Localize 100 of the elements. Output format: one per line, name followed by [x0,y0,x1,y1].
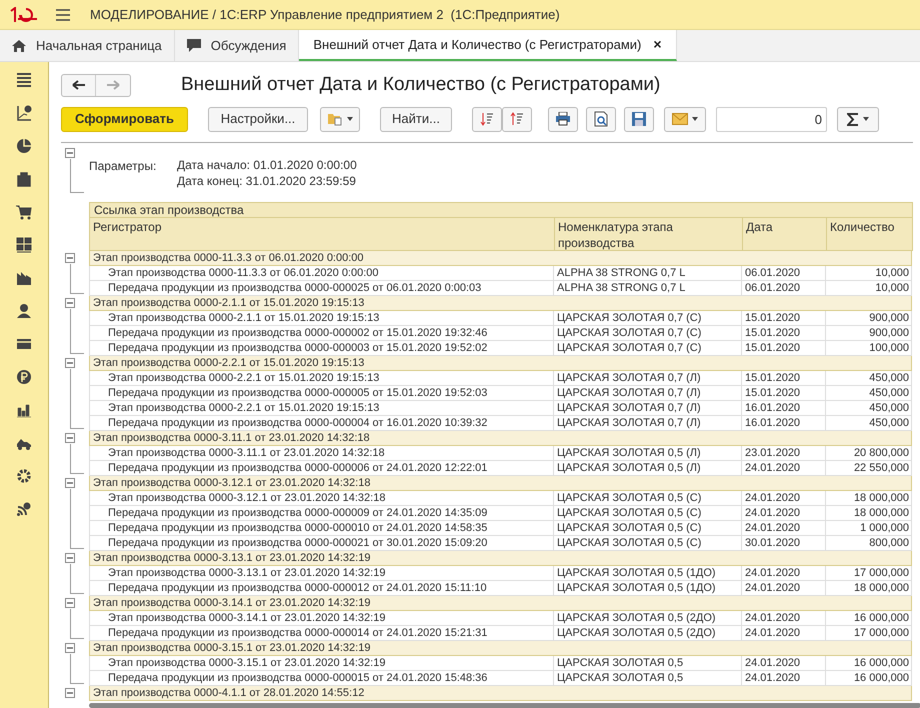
collapse-toggle[interactable] [65,358,75,368]
tree-line [70,654,84,684]
bar-chart-icon[interactable] [16,402,32,418]
collapse-toggle[interactable] [65,553,75,563]
card-icon[interactable] [16,336,32,352]
menu-icon[interactable] [16,72,32,88]
table-cell: 18 000,000 [826,491,912,506]
arrow-right-icon [106,80,120,90]
table-cell: Передача продукции из производства 0000-000009 от 24.01.2020 14:35:09 [89,506,554,521]
table-cell: ЦАРСКАЯ ЗОЛОТАЯ 0,7 (Л) [554,371,742,386]
send-button[interactable] [664,106,706,132]
table-cell: ЦАРСКАЯ ЗОЛОТАЯ 0,5 (С) [554,521,742,536]
table-cell: 16.01.2020 [742,401,826,416]
grid-icon[interactable] [16,237,32,253]
table-cell: 15.01.2020 [742,371,826,386]
table-cell: 24.01.2020 [742,566,826,581]
table-cell: 15.01.2020 [742,386,826,401]
envelope-icon [672,113,688,125]
tree-line [70,264,84,294]
factory-icon[interactable] [16,270,32,286]
table-cell: 06.01.2020 [742,266,826,281]
tree-line [70,564,84,594]
minus-icon [67,600,73,606]
find-button[interactable]: Найти... [380,106,452,132]
bag-icon[interactable] [16,171,32,187]
collapse-toggle[interactable] [65,298,75,308]
group-row: Этап производства 0000-3.11.1 от 23.01.2020 14:32:18 [89,431,912,446]
table-cell: 18 000,000 [826,506,912,521]
collapse-toggle[interactable] [65,433,75,443]
group-row: Этап производства 0000-11.3.3 от 06.01.2020 0:00:00 [89,251,912,266]
table-cell: 17 000,000 [826,566,912,581]
sort-descending-button[interactable] [472,106,502,132]
sort-descending-icon [480,112,494,126]
horizontal-scrollbar[interactable] [89,703,920,708]
report-title: Внешний отчет Дата и Количество (с Регистраторами) [181,72,660,97]
save-button[interactable] [624,106,654,132]
table-cell: 450,000 [826,401,912,416]
preview-button[interactable] [586,106,616,132]
settings-icon[interactable] [16,468,32,484]
ruble-icon[interactable] [16,369,32,385]
chart-icon[interactable] [16,105,32,121]
sum-button[interactable] [837,106,879,132]
magnifier-page-icon [594,111,608,127]
person-icon[interactable] [16,303,32,319]
table-cell: ЦАРСКАЯ ЗОЛОТАЯ 0,5 [554,656,742,671]
table-cell: 10,000 [826,266,912,281]
minus-icon [67,300,73,306]
number-field[interactable]: 0 [716,106,827,132]
generate-button[interactable]: Сформировать [61,106,188,132]
collapse-toggle[interactable] [65,598,75,608]
tab[interactable]: Внешний отчет Дата и Количество (с Регистраторами) × [299,30,677,61]
table-cell: ALPHA 38 STRONG 0,7 L [554,266,742,281]
parameter-value: Дата начало: 01.01.2020 0:00:00 [177,157,357,173]
table-cell: Передача продукции из производства 0000-000010 от 24.01.2020 14:58:35 [89,521,554,536]
pie-chart-icon[interactable] [16,138,32,154]
tree-line [70,369,84,429]
table-cell: ЦАРСКАЯ ЗОЛОТАЯ 0,5 (2ДО) [554,611,742,626]
sigma-icon [847,112,859,126]
close-button[interactable]: × [653,34,662,55]
table-cell: Этап производства 0000-3.11.1 от 23.01.2020 14:32:18 [89,446,554,461]
collapse-toggle[interactable] [65,643,75,653]
table-cell: ЦАРСКАЯ ЗОЛОТАЯ 0,5 (С) [554,506,742,521]
table-cell: Этап производства 0000-3.15.1 от 23.01.2020 14:32:19 [89,656,554,671]
table-cell: Передача продукции из производства 0000-000002 от 15.01.2020 19:32:46 [89,326,554,341]
table-cell: ЦАРСКАЯ ЗОЛОТАЯ 0,7 (С) [554,326,742,341]
tree-line [70,159,84,193]
sort-ascending-icon [510,112,524,126]
collapse-toggle[interactable] [65,688,75,698]
table-cell: ЦАРСКАЯ ЗОЛОТАЯ 0,7 (Л) [554,386,742,401]
table-cell: 20 800,000 [826,446,912,461]
table-cell: ЦАРСКАЯ ЗОЛОТАЯ 0,5 (1ДО) [554,566,742,581]
table-cell: ЦАРСКАЯ ЗОЛОТАЯ 0,7 (С) [554,311,742,326]
menu-icon[interactable] [56,8,70,20]
table-cell: 24.01.2020 [742,521,826,536]
settings-button[interactable]: Настройки... [208,106,308,132]
table-cell: Этап производства 0000-2.2.1 от 15.01.2020 19:15:13 [89,401,554,416]
collapse-toggle[interactable] [65,253,75,263]
table-cell: Этап производства 0000-2.1.1 от 15.01.2020 19:15:13 [89,311,554,326]
minus-icon [67,555,73,561]
folder-icon [327,112,343,126]
table-cell: 24.01.2020 [742,611,826,626]
tab[interactable]: Начальная страница [0,30,175,61]
printer-icon [555,112,571,126]
cart-icon[interactable] [16,204,32,220]
logo-icon [8,6,38,22]
print-button[interactable] [548,106,578,132]
table-cell: Этап производства 0000-2.2.1 от 15.01.2020 19:15:13 [89,371,554,386]
table-cell: Этап производства 0000-3.12.1 от 23.01.2020 14:32:18 [89,491,554,506]
table-cell: 450,000 [826,386,912,401]
group-row: Этап производства 0000-3.14.1 от 23.01.2020 14:32:19 [89,596,912,611]
sort-ascending-button[interactable] [502,106,532,132]
caret-icon [347,117,353,121]
tree-line [70,489,84,549]
table-cell: Этап производства 0000-3.13.1 от 23.01.2020 14:32:19 [89,566,554,581]
collapse-toggle[interactable] [65,478,75,488]
variants-button[interactable] [320,106,360,132]
collapse-toggle[interactable] [65,148,75,158]
table-cell: 900,000 [826,311,912,326]
minus-icon [67,480,73,486]
table-cell: 1 000,000 [826,521,912,536]
